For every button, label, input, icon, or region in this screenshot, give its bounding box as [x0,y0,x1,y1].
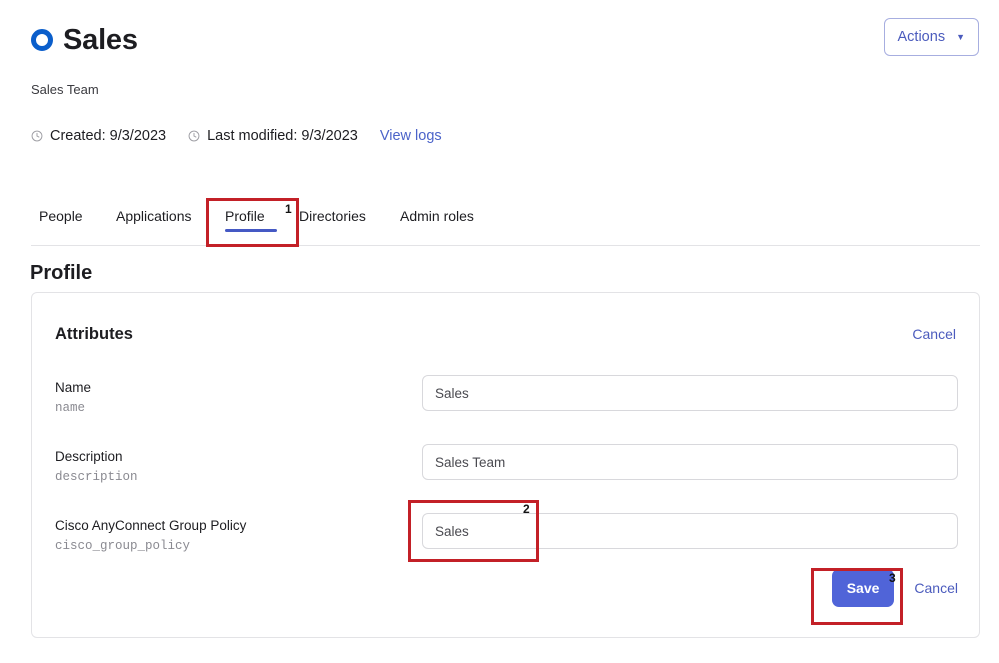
title-group: Sales [31,26,138,55]
tab-label: Directories [299,208,366,224]
form-row: Description description [55,444,958,488]
clock-icon [188,130,200,142]
card-title: Attributes [55,325,133,344]
tab-people[interactable]: People [39,200,91,245]
section-title: Profile [30,262,92,285]
tab-applications[interactable]: Applications [116,200,204,245]
attributes-card: Attributes Cancel Name name Description … [31,292,980,638]
name-input[interactable] [422,375,958,411]
field-label-group: Name name [55,375,422,419]
save-button[interactable]: Save [832,569,895,607]
field-key: description [55,467,422,488]
field-key: cisco_group_policy [55,536,422,557]
tab-bar: People Applications Profile Directories … [31,200,980,246]
card-header: Attributes Cancel [55,321,956,347]
annotation-number-3: 3 [889,572,896,584]
view-logs-link[interactable]: View logs [380,128,442,144]
tab-label: People [39,208,83,224]
tab-label: Profile [225,208,265,224]
tab-admin-roles[interactable]: Admin roles [400,200,490,245]
created-text: Created: 9/3/2023 [50,128,166,144]
footer-cancel-link[interactable]: Cancel [914,580,958,596]
cisco-group-policy-input[interactable] [422,513,958,549]
annotation-number-1: 1 [285,203,292,215]
field-label: Cisco AnyConnect Group Policy [55,516,422,536]
clock-icon [31,130,43,142]
chevron-down-icon: ▼ [956,33,965,42]
last-modified-meta: Last modified: 9/3/2023 [188,128,358,144]
tab-label: Admin roles [400,208,474,224]
form-row: Name name [55,375,958,419]
annotation-number-2: 2 [523,503,530,515]
actions-button[interactable]: Actions ▼ [884,18,979,56]
field-label: Description [55,447,422,467]
last-modified-text: Last modified: 9/3/2023 [207,128,358,144]
field-label-group: Description description [55,444,422,488]
field-label: Name [55,378,422,398]
tab-label: Applications [116,208,192,224]
created-meta: Created: 9/3/2023 [31,128,166,144]
form-row: Cisco AnyConnect Group Policy cisco_grou… [55,513,958,557]
page-header: Sales Actions ▼ [31,18,979,62]
page-title: Sales [63,26,138,55]
okta-ring-icon [31,29,53,51]
tab-profile[interactable]: Profile [225,200,277,245]
active-tab-underline [225,229,277,232]
tab-directories[interactable]: Directories [299,200,377,245]
actions-button-label: Actions [898,29,946,45]
meta-row: Created: 9/3/2023 Last modified: 9/3/202… [31,128,442,144]
group-subtitle: Sales Team [31,82,99,97]
field-key: name [55,398,422,419]
card-cancel-link[interactable]: Cancel [912,326,956,342]
description-input[interactable] [422,444,958,480]
field-label-group: Cisco AnyConnect Group Policy cisco_grou… [55,513,422,557]
